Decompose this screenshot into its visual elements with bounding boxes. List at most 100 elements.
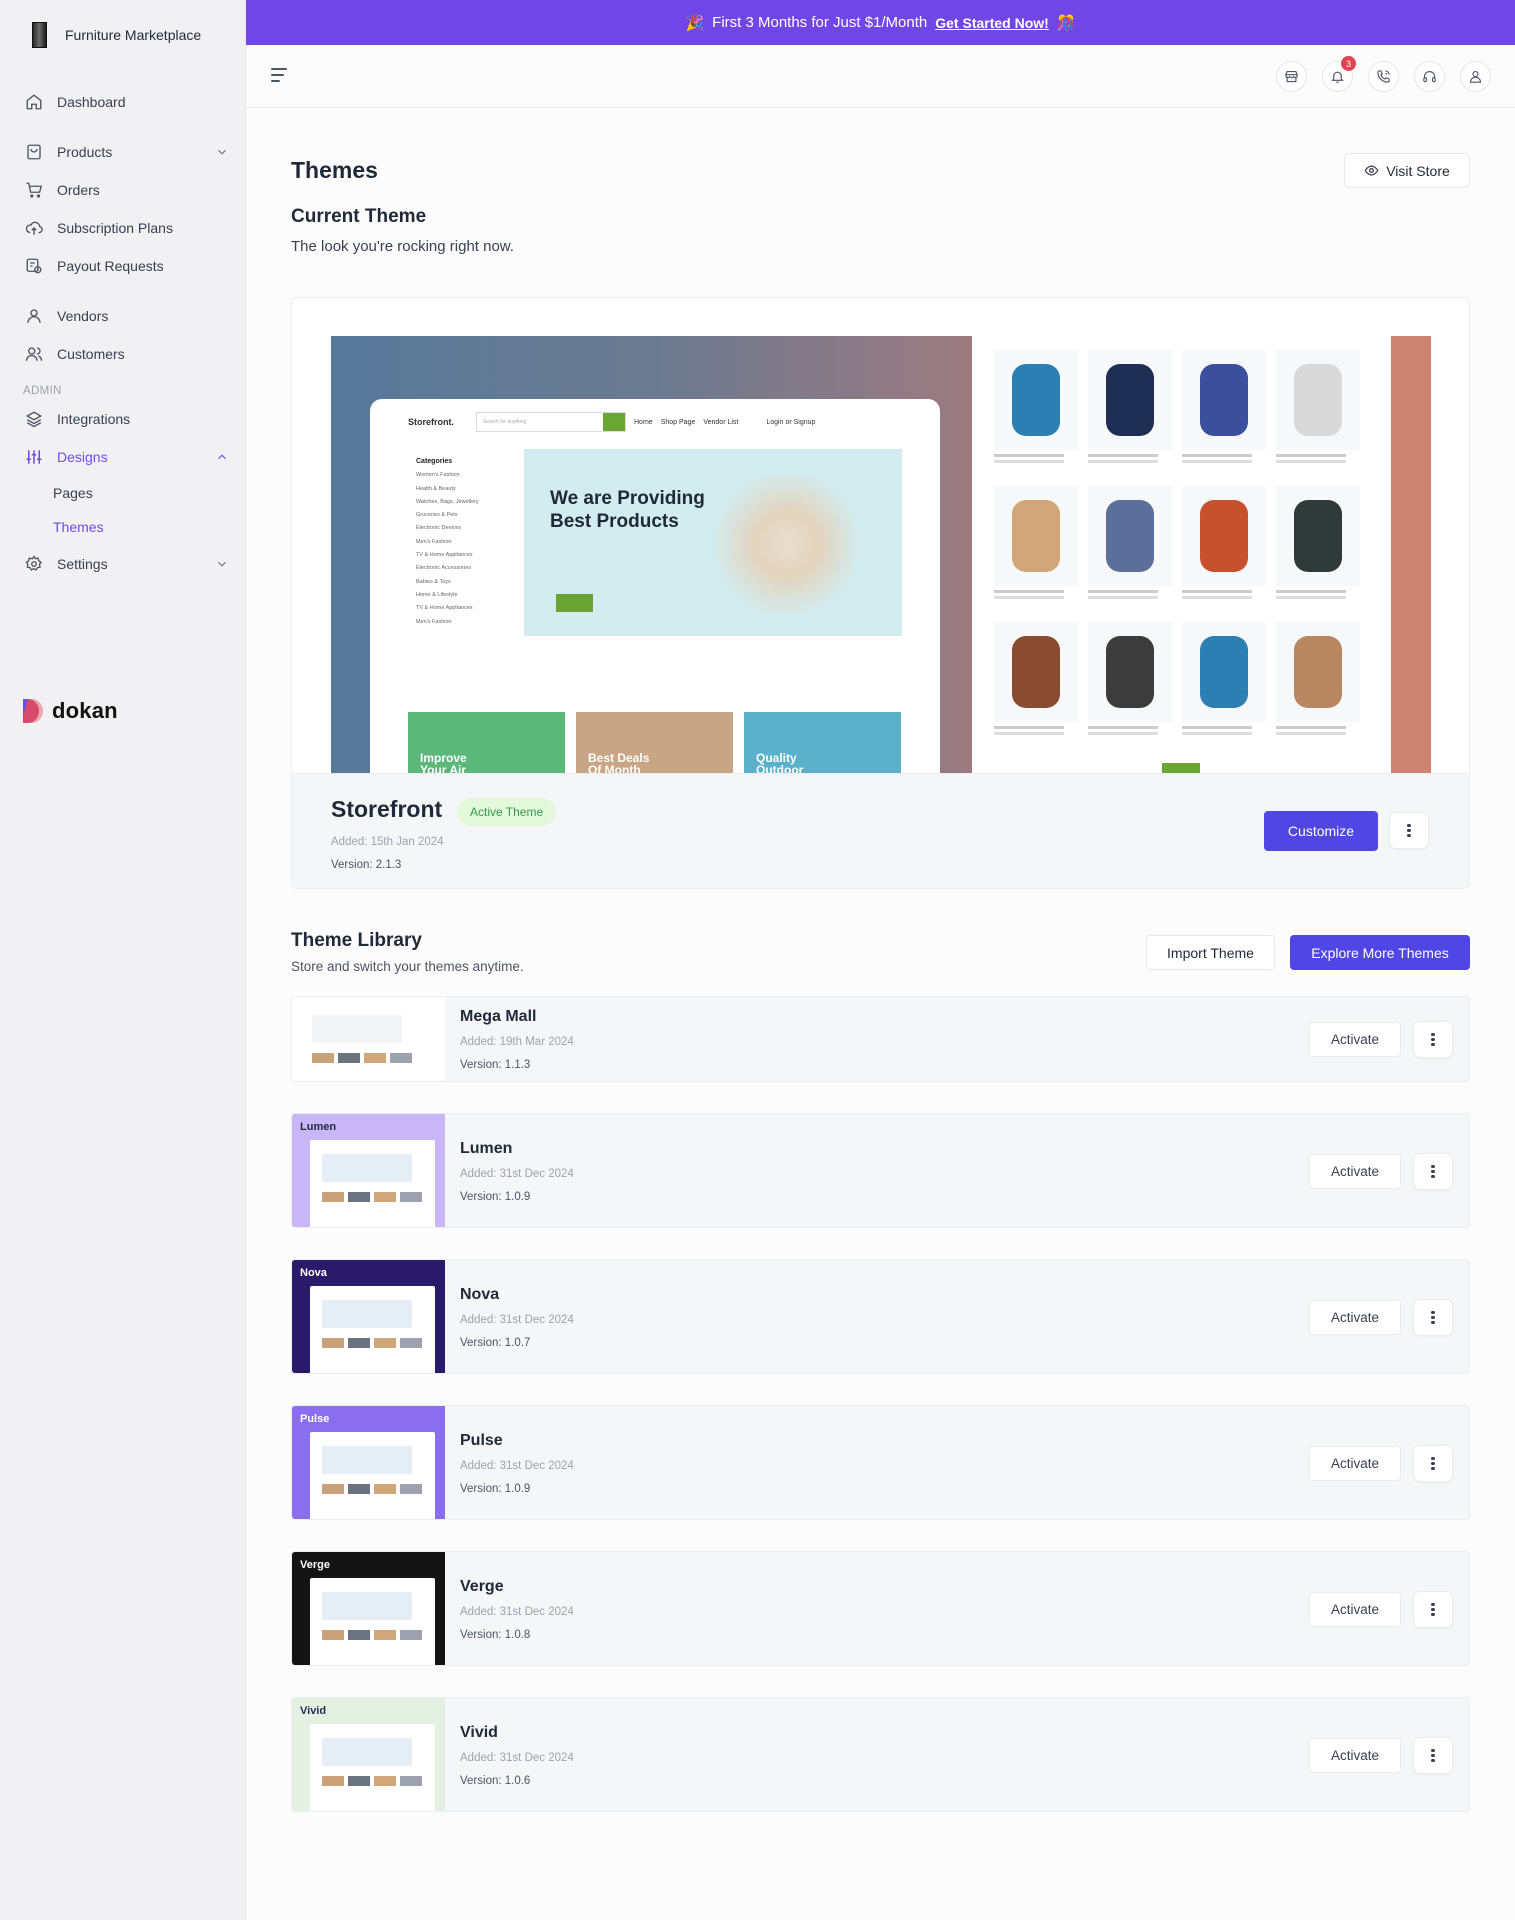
customize-button[interactable]: Customize (1264, 811, 1378, 851)
current-theme-added: Added: 15th Jan 2024 (331, 836, 444, 848)
user-icon (24, 306, 44, 326)
theme-more-button[interactable] (1413, 1021, 1453, 1058)
theme-more-button[interactable] (1413, 1591, 1453, 1628)
layers-icon (24, 409, 44, 429)
theme-thumbnail: Pulse (292, 1406, 445, 1519)
preview-product-card (1182, 350, 1266, 457)
activate-button[interactable]: Activate (1309, 1592, 1401, 1627)
theme-row: Verge Verge Added: 31st Dec 2024 Version… (291, 1551, 1470, 1666)
activate-button[interactable]: Activate (1309, 1446, 1401, 1481)
preview-product-card (1088, 622, 1172, 729)
preview-search: Search for anything (476, 412, 626, 432)
sidebar-item-label: Products (57, 144, 113, 160)
theme-version: Version: 1.1.3 (460, 1059, 531, 1071)
preview-hero: We are Providing Best Products (524, 449, 902, 636)
activate-button[interactable]: Activate (1309, 1154, 1401, 1189)
preview-product-card (1276, 486, 1360, 593)
store-icon[interactable] (1276, 61, 1307, 92)
more-vertical-icon (1407, 828, 1411, 833)
sidebar: Furniture Marketplace Dashboard Products… (0, 0, 246, 1920)
theme-row: Mega Mall Added: 19th Mar 2024 Version: … (291, 996, 1470, 1082)
sidebar-item-products[interactable]: Products (24, 137, 229, 167)
sidebar-item-label: Orders (57, 182, 100, 198)
bell-icon[interactable]: 3 (1322, 56, 1356, 92)
sidebar-item-orders[interactable]: Orders (24, 175, 229, 205)
theme-added-date: Added: 31st Dec 2024 (460, 1752, 574, 1764)
preview-category-item: TV & Home Appliances (416, 605, 473, 612)
sliders-icon (24, 447, 44, 467)
gear-icon (24, 554, 44, 574)
visit-store-label: Visit Store (1386, 162, 1450, 179)
theme-name: Pulse (460, 1432, 503, 1449)
theme-more-button[interactable] (1413, 1153, 1453, 1190)
preview-promo-card: Best Deals Of Month (576, 712, 733, 773)
theme-version: Version: 1.0.8 (460, 1629, 531, 1641)
current-theme-version: Version: 2.1.3 (331, 859, 402, 871)
sidebar-subitem-pages[interactable]: Pages (53, 485, 93, 501)
theme-name: Mega Mall (460, 1008, 537, 1025)
import-theme-button[interactable]: Import Theme (1146, 935, 1275, 970)
preview-category-item: Health & Beauty (416, 485, 456, 492)
theme-row: Vivid Vivid Added: 31st Dec 2024 Version… (291, 1697, 1470, 1812)
preview-nav-link: Shop Page (660, 418, 696, 426)
sidebar-item-settings[interactable]: Settings (24, 549, 229, 579)
menu-toggle-icon[interactable] (271, 68, 289, 84)
phone-icon[interactable] (1368, 61, 1399, 92)
headset-icon[interactable] (1414, 61, 1445, 92)
user-icon[interactable] (1460, 61, 1491, 92)
activate-button[interactable]: Activate (1309, 1738, 1401, 1773)
activate-button[interactable]: Activate (1309, 1300, 1401, 1335)
sidebar-item-dashboard[interactable]: Dashboard (24, 87, 229, 117)
theme-more-button[interactable] (1413, 1445, 1453, 1482)
current-theme-more-button[interactable] (1389, 812, 1429, 849)
current-theme-subtitle: The look you're rocking right now. (291, 238, 514, 255)
theme-version: Version: 1.0.9 (460, 1483, 531, 1495)
preview-product-card (994, 486, 1078, 593)
preview-login: Login or Signup (766, 418, 816, 426)
sidebar-subitem-themes[interactable]: Themes (53, 519, 104, 535)
cart-icon (24, 180, 44, 200)
theme-version: Version: 1.0.7 (460, 1337, 531, 1349)
sidebar-item-subscription-plans[interactable]: Subscription Plans (24, 213, 229, 243)
sidebar-item-integrations[interactable]: Integrations (24, 404, 229, 434)
users-icon (24, 344, 44, 364)
party-popper-icon: 🎉 (685, 14, 705, 32)
theme-thumbnail (292, 997, 445, 1081)
theme-name: Lumen (460, 1140, 513, 1157)
preview-category-item: Electronic Devices (416, 525, 462, 532)
preview-hero-button (556, 594, 593, 612)
promo-banner: 🎉 First 3 Months for Just $1/Month Get S… (246, 0, 1515, 45)
theme-row: Nova Nova Added: 31st Dec 2024 Version: … (291, 1259, 1470, 1374)
theme-version: Version: 1.0.6 (460, 1775, 531, 1787)
theme-more-button[interactable] (1413, 1299, 1453, 1336)
sidebar-item-payout-requests[interactable]: Payout Requests (24, 251, 229, 281)
preview-category-item: Electronic Accessories (416, 565, 472, 572)
store-brand[interactable]: Furniture Marketplace (32, 22, 201, 48)
sidebar-item-customers[interactable]: Customers (24, 339, 229, 369)
sidebar-item-vendors[interactable]: Vendors (24, 301, 229, 331)
activate-button[interactable]: Activate (1309, 1022, 1401, 1057)
dokan-logo: dokan (22, 697, 118, 725)
sidebar-item-label: Dashboard (57, 94, 126, 110)
theme-added-date: Added: 31st Dec 2024 (460, 1606, 574, 1618)
thumbnail-label: Verge (300, 1559, 330, 1571)
current-theme-name: Storefront (331, 796, 443, 822)
sidebar-item-designs[interactable]: Designs (24, 442, 229, 472)
explore-more-themes-button[interactable]: Explore More Themes (1290, 935, 1470, 970)
more-vertical-icon (1431, 1315, 1435, 1320)
current-theme-card: Storefront. Search for anything Home Sho… (291, 297, 1470, 889)
theme-thumbnail: Verge (292, 1552, 445, 1665)
get-started-link[interactable]: Get Started Now! (935, 15, 1049, 31)
store-logo (32, 22, 47, 48)
theme-library-subtitle: Store and switch your themes anytime. (291, 959, 524, 974)
preview-promo-card: Improve Your Air Indoor (408, 712, 565, 773)
chevron-up-icon (218, 454, 226, 460)
thumbnail-label: Lumen (300, 1121, 337, 1133)
preview-product-card (994, 622, 1078, 729)
preview-nav-link: Vendor List (703, 418, 739, 426)
theme-more-button[interactable] (1413, 1737, 1453, 1774)
visit-store-button[interactable]: Visit Store (1344, 153, 1470, 188)
preview-category-item: Men's Fashion (416, 538, 452, 545)
preview-product-card (1182, 486, 1266, 593)
preview-brand: Storefront. (408, 417, 454, 427)
